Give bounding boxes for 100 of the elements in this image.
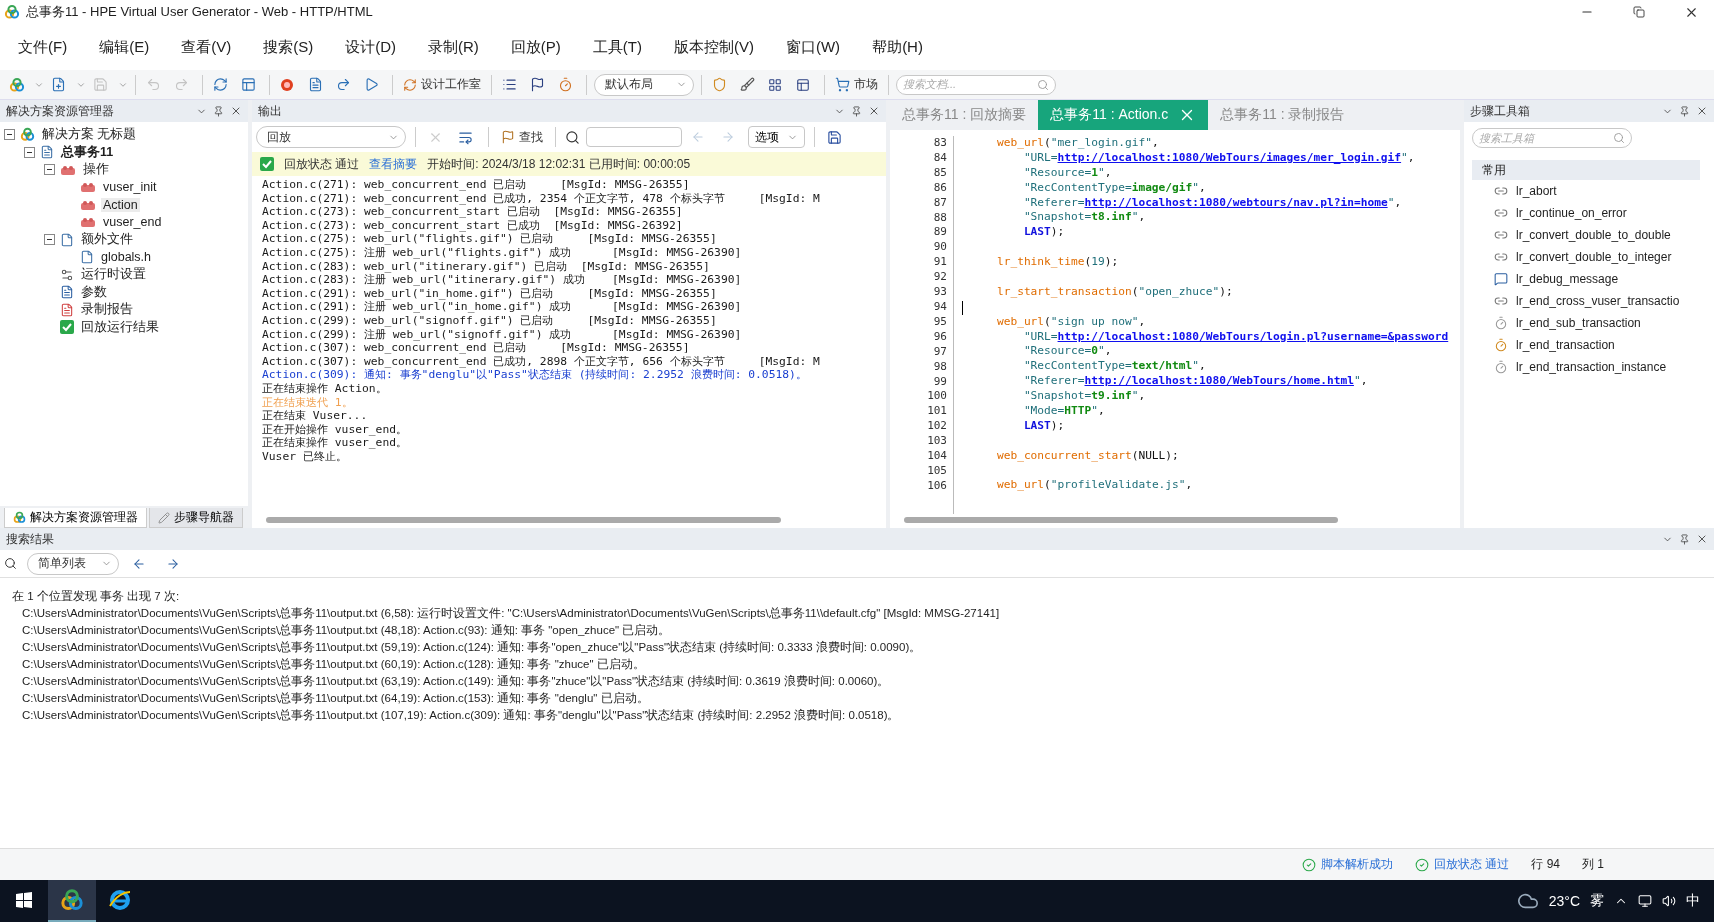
tree-item[interactable]: vuser_init <box>101 180 159 195</box>
close-icon <box>1696 105 1708 117</box>
toolbox-item[interactable]: lr_convert_double_to_integer <box>1516 250 1672 264</box>
result-line[interactable]: C:\Users\Administrator\Documents\VuGen\Scripts\总事务11\output.txt (6,58): 运行时设置文件: "C:\Users\Administrator\Documents\VuGen\Scripts\总事务11\\default.cfg" [MsgId: MMSG-27141] <box>12 605 1702 622</box>
record-icon <box>280 77 294 92</box>
search-icon <box>565 129 580 145</box>
toolbox-item[interactable]: lr_abort <box>1516 184 1557 198</box>
document-icon <box>60 232 74 247</box>
menu-item[interactable]: 工具(T) <box>582 33 652 61</box>
line-number: 100 <box>926 389 948 405</box>
line-number: 104 <box>926 449 948 464</box>
line-number: 102 <box>926 419 948 435</box>
log-line: Action.c(291): 注册 web_url("in_home.gif") 成功 [MsgId: MMSG-26390] <box>262 300 743 314</box>
tree-item[interactable]: 操作 <box>81 161 111 179</box>
tree-item[interactable]: 参数 <box>79 283 109 301</box>
step-over-icon <box>336 77 351 92</box>
tree-item[interactable]: vuser_end <box>101 215 164 230</box>
menu-item[interactable]: 回放(P) <box>500 33 571 61</box>
close-icon <box>1696 533 1708 545</box>
group-header[interactable]: 常用 <box>1472 160 1700 180</box>
collapse-icon[interactable] <box>24 146 35 158</box>
summary-link[interactable]: 查看摘要 <box>369 155 418 173</box>
result-line[interactable]: C:\Users\Administrator\Documents\VuGen\Scripts\总事务11\output.txt (107,19): Action.c(309): 通知: 事务"denglu"以"Pass"状态结束 (持续时间: 2.2952 浪费时间: 0.0518)。 <box>12 707 1702 724</box>
tree-item[interactable]: 录制报告 <box>79 301 135 319</box>
menu-item[interactable]: 搜索(S) <box>253 33 324 61</box>
menu-item[interactable]: 窗口(W) <box>775 33 851 61</box>
search-field[interactable] <box>586 127 682 147</box>
toolbox-item[interactable]: lr_end_transaction_instance <box>1516 360 1667 374</box>
tree-item[interactable]: 解决方案 无标题 <box>40 126 139 144</box>
options-button[interactable]: 选项 <box>748 126 805 148</box>
menu-item[interactable]: 帮助(H) <box>862 33 933 61</box>
output-source-dropdown[interactable]: 回放 <box>256 126 406 148</box>
tree-item[interactable]: 额外文件 <box>79 231 135 249</box>
logo-icon <box>9 76 25 93</box>
collapse-icon[interactable] <box>44 164 55 176</box>
ime-indicator[interactable]: 中 <box>1686 892 1700 910</box>
collapse-icon[interactable] <box>4 129 15 141</box>
result-line[interactable]: C:\Users\Administrator\Documents\VuGen\Scripts\总事务11\output.txt (63,19): Action.c(149): 通知: 事务"zhuce"以"Pass"状态结束 (持续时间: 0.3619 浪费时间: 0.0060)。 <box>12 673 1702 690</box>
code-line: "Resource=0", <box>1022 344 1112 358</box>
stopwatch-icon <box>1494 360 1508 374</box>
stopwatch-icon <box>1494 316 1508 330</box>
toolbox-item[interactable]: lr_continue_on_error <box>1516 206 1627 220</box>
view-dropdown[interactable]: 简单列表 <box>27 552 119 575</box>
panel-icon <box>241 77 256 92</box>
search-icon <box>1037 78 1049 91</box>
refresh-icon <box>403 77 417 92</box>
new-file-icon <box>51 77 66 92</box>
design-studio-button[interactable]: 设计工作室 <box>400 72 484 97</box>
scrollbar-thumb[interactable] <box>266 517 782 523</box>
result-line[interactable]: C:\Users\Administrator\Documents\VuGen\Scripts\总事务11\output.txt (48,18): Action.c(93): 通知: 事务 "open_zhuce" 已启动。 <box>12 622 1702 639</box>
tree-item[interactable]: Action <box>101 197 140 212</box>
tree-item[interactable]: 回放运行结果 <box>79 318 161 336</box>
menu-item[interactable]: 设计(D) <box>335 33 406 61</box>
log-line: 正在结束操作 vuser_end。 <box>262 436 408 450</box>
collapse-icon[interactable] <box>44 234 55 246</box>
weather-label: 雾 <box>1590 892 1604 910</box>
timing-info: 开始时间: 2024/3/18 12:02:31 已用时间: 00:00:05 <box>427 155 691 173</box>
tree-item[interactable]: 总事务11 <box>59 143 116 161</box>
report-icon <box>60 302 74 317</box>
log-line: Action.c(299): 注册 web_url("signoff.gif") 成功 [MsgId: MMSG-26390] <box>262 327 743 342</box>
toolbox-item[interactable]: lr_convert_double_to_double <box>1516 228 1671 242</box>
menu-item[interactable]: 版本控制(V) <box>663 33 764 61</box>
menu-item[interactable]: 文件(F) <box>8 33 78 61</box>
line-number: 84 <box>932 150 948 166</box>
flag-icon <box>530 77 545 92</box>
result-line[interactable]: C:\Users\Administrator\Documents\VuGen\Scripts\总事务11\output.txt (60,19): Action.c(128): 通知: 事务 "zhuce" 已启动。 <box>12 656 1702 673</box>
log-line: Action.c(291): web_url("in_home.gif") 已启动 [MsgId: MMSG-26355] <box>262 286 718 301</box>
toolbox-item[interactable]: lr_end_sub_transaction <box>1516 316 1641 330</box>
log-line: Action.c(275): 注册 web_url("flights.gif") 成功 [MsgId: MMSG-26390] <box>262 245 743 260</box>
right-arrow-icon <box>721 130 735 144</box>
toolbox-item[interactable]: lr_debug_message <box>1516 272 1619 286</box>
log-line: Action.c(275): web_url("flights.gif") 已启动 [MsgId: MMSG-26355] <box>262 232 718 246</box>
stopwatch-icon <box>558 77 573 92</box>
line-number: 93 <box>932 285 948 300</box>
panel-tab[interactable]: 解决方案资源管理器 <box>4 508 147 528</box>
pin-icon <box>851 105 862 117</box>
log-line: 正在开始操作 vuser_end。 <box>262 422 408 437</box>
scrollbar-thumb[interactable] <box>904 517 1338 523</box>
refresh-icon <box>213 77 228 92</box>
find-button[interactable]: 查找 <box>498 125 546 149</box>
panel-tab[interactable]: 步骤导航器 <box>149 508 243 528</box>
line-number: 86 <box>932 180 948 196</box>
toolbox-item[interactable]: lr_end_cross_vuser_transactio <box>1516 294 1680 308</box>
menu-item[interactable]: 查看(V) <box>171 33 242 61</box>
result-line[interactable]: C:\Users\Administrator\Documents\VuGen\Scripts\总事务11\output.txt (59,19): Action.c(124): 通知: 事务"open_zhuce"以"Pass"状态结束 (持续时间: 0.3333 浪费时间: 0.0090)。 <box>12 639 1702 656</box>
market-button[interactable]: 市场 <box>832 72 881 97</box>
line-number: 97 <box>932 344 948 360</box>
layout-dropdown[interactable]: 默认布局 <box>594 73 694 96</box>
menu-item[interactable]: 编辑(E) <box>89 33 160 61</box>
line-indicator: 行 94 <box>1531 856 1560 873</box>
result-line[interactable]: C:\Users\Administrator\Documents\VuGen\Scripts\总事务11\output.txt (64,19): Action.c(153): 通知: 事务 "denglu" 已启动。 <box>12 690 1702 707</box>
log-line: Action.c(273): web_concurrent_start 已成功 [MsgId: MMSG-26392] <box>262 218 684 233</box>
line-number: 105 <box>926 463 948 479</box>
tree-item[interactable]: globals.h <box>99 250 154 265</box>
settings-icon <box>60 267 74 282</box>
tree-item[interactable]: 运行时设置 <box>79 266 148 284</box>
toolbox-item[interactable]: lr_end_transaction <box>1516 338 1615 352</box>
taskbar-app-button[interactable] <box>48 880 96 922</box>
redo-icon <box>174 77 189 92</box>
menu-item[interactable]: 录制(R) <box>418 33 489 61</box>
